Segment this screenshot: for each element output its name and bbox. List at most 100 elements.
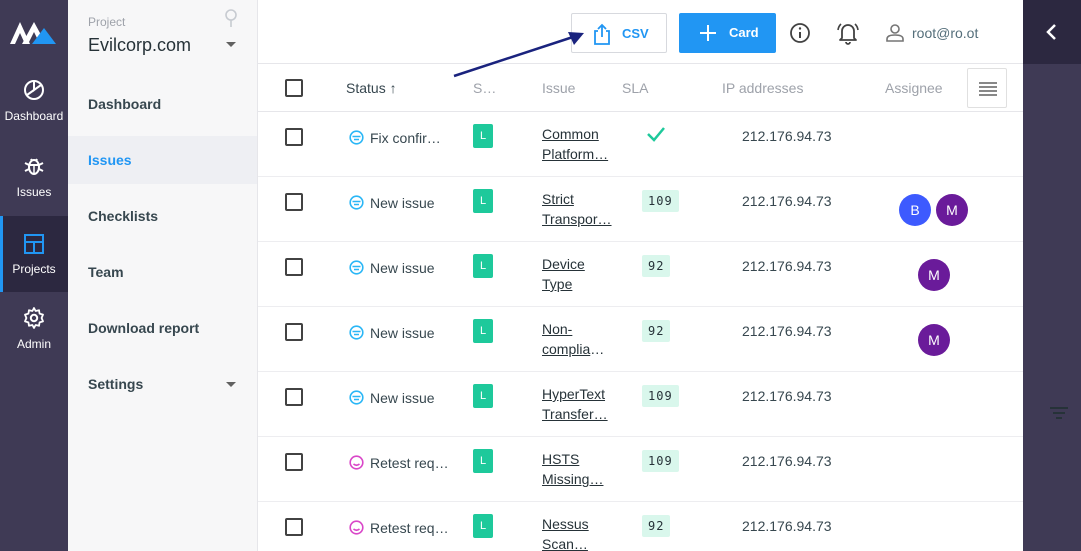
right-panel-header [1023,0,1081,64]
row-checkbox[interactable] [285,518,303,536]
rail-item-label: Issues [16,185,52,199]
assignee-avatar[interactable]: M [936,194,968,226]
table-row[interactable]: New issue L Device Type 92 212.176.94.73 M [258,242,1023,307]
assignee-avatar[interactable]: B [899,194,931,226]
user-icon [886,24,904,42]
filter-icon[interactable] [1050,406,1068,420]
new-issue-icon [349,195,364,210]
table-row[interactable]: New issue L Strict Transpor… 109 212.176.94.7… [258,177,1023,242]
issue-link[interactable]: HyperText Transfer… [542,384,612,424]
sidebar-item-settings[interactable]: Settings [68,360,257,408]
column-settings-button[interactable] [967,68,1007,108]
status-label[interactable]: New issue [370,195,452,211]
row-checkbox[interactable] [285,388,303,406]
new-issue-icon [349,260,364,275]
assignee-avatar[interactable]: M [918,259,950,291]
table-row[interactable]: Retest required L HSTS Missing… 109 212.176.9… [258,437,1023,502]
row-checkbox[interactable] [285,193,303,211]
issue-link[interactable]: Nessus Scan… [542,514,612,551]
info-icon[interactable] [789,22,811,44]
chevron-left-icon[interactable] [1045,22,1059,42]
sidebar-item-dashboard[interactable]: Dashboard [68,80,257,128]
sla-badge: 109 [642,190,679,212]
column-header-issue[interactable]: Issue [542,80,575,96]
issue-link-text: Non- [542,321,573,337]
select-all-checkbox[interactable] [285,79,303,97]
severity-badge: L [473,254,493,278]
column-header-severity[interactable]: S… [473,80,496,96]
app-logo[interactable] [10,20,56,46]
issue-link-text: Strict [542,191,574,207]
sidebar-item-checklists[interactable]: Checklists [68,192,257,240]
severity-badge: L [473,514,493,538]
table-row[interactable]: New issue L HyperText Transfer… 109 212.176.9… [258,372,1023,437]
rail-item-dashboard[interactable]: Dashboard [0,78,68,154]
ip-address: 212.176.94.73 [742,388,832,404]
column-header-status[interactable]: Status ↑ [346,80,397,96]
sidebar-item-download-report[interactable]: Download report [68,304,257,352]
new-issue-icon [349,325,364,340]
issue-link[interactable]: Non-complian… [542,319,612,359]
retest-icon [349,455,364,470]
column-header-ip[interactable]: IP addresses [722,80,803,96]
project-dropdown-caret-icon[interactable] [226,42,236,47]
issue-link-text: Type [542,276,573,292]
retest-icon [349,520,364,535]
sla-badge: 109 [642,450,679,472]
issue-link[interactable]: HSTS Missing… [542,449,612,489]
rail-item-label: Dashboard [4,109,64,123]
row-checkbox[interactable] [285,323,303,341]
row-checkbox[interactable] [285,453,303,471]
severity-badge: L [473,384,493,408]
severity-badge: L [473,319,493,343]
notification-bell-icon[interactable] [835,20,861,46]
gear-icon [24,307,44,329]
status-label[interactable]: New issue [370,260,452,276]
issue-link[interactable]: Device Type [542,254,612,294]
status-label[interactable]: Fix confirmed [370,130,452,146]
issue-link-text: HSTS [542,451,580,467]
issue-link[interactable]: Strict Transpor… [542,189,612,229]
sidebar-item-team[interactable]: Team [68,248,257,296]
sidebar-item-issues[interactable]: Issues [68,136,257,184]
issue-link-text: Platform… [542,146,609,162]
assignee-avatar[interactable]: M [918,324,950,356]
add-card-button[interactable]: Card [679,13,776,53]
rail-item-projects[interactable]: Projects [0,216,68,292]
table-row[interactable]: New issue L Non-complian… 92 212.176.94.73 M [258,307,1023,372]
pin-icon[interactable] [224,9,238,27]
issue-link[interactable]: Common Platform… [542,124,612,164]
column-header-assignee[interactable]: Assignee [885,80,943,96]
ip-address: 212.176.94.73 [742,453,832,469]
share-export-icon [594,23,610,45]
table-row[interactable]: Fix confirmed L Common Platform… 212.176.94.… [258,112,1023,177]
status-label[interactable]: New issue [370,325,452,341]
ip-address: 212.176.94.73 [742,128,832,144]
project-label: Project [88,15,126,29]
ip-address: 212.176.94.73 [742,193,832,209]
issue-link-text: Device [542,256,585,272]
column-header-sla[interactable]: SLA [622,80,648,96]
issue-link-text: Nessus [542,516,589,532]
status-label[interactable]: Retest required [370,520,452,536]
ip-address: 212.176.94.73 [742,518,832,534]
status-label[interactable]: New issue [370,390,452,406]
row-checkbox[interactable] [285,258,303,276]
sla-badge: 92 [642,255,671,277]
sidebar-item-label: Settings [88,376,144,392]
table-row[interactable]: Retest required L Nessus Scan… 92 212.176.94.… [258,502,1023,551]
status-label[interactable]: Retest required [370,455,452,471]
severity-badge: L [473,449,493,473]
project-selector[interactable]: Evilcorp.com [88,35,191,56]
row-checkbox[interactable] [285,128,303,146]
sla-badge: 92 [642,320,671,342]
ip-address: 212.176.94.73 [742,258,832,274]
annotation-arrow-icon [453,32,584,78]
issue-link-text: complian… [542,341,612,357]
plus-icon [700,25,716,41]
rail-item-label: Projects [12,262,56,276]
issue-link-text: Common [542,126,599,142]
app-rail: Dashboard Issues Projects Admin [0,0,68,551]
rail-item-admin[interactable]: Admin [0,306,68,382]
user-menu[interactable]: root@ro.ot [912,25,978,41]
